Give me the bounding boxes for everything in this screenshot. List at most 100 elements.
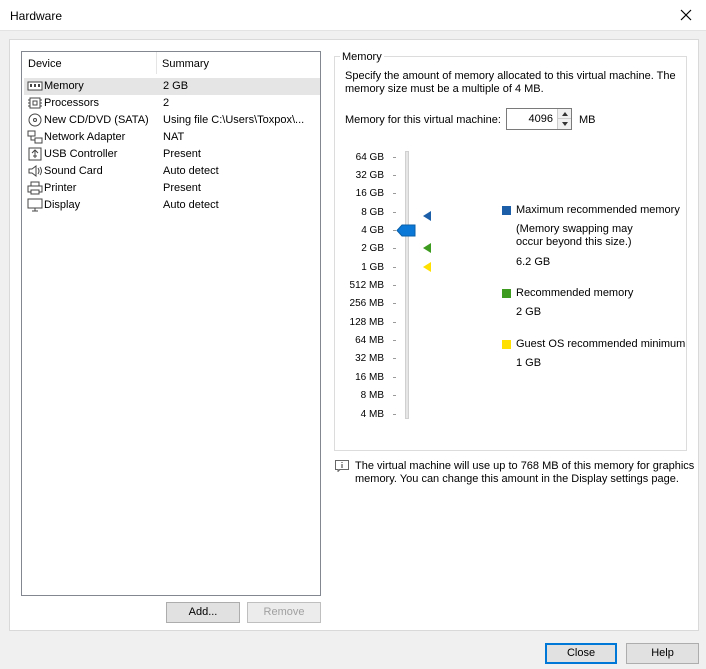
remove-button[interactable]: Remove: [247, 602, 321, 623]
chevron-up-icon: [562, 112, 568, 116]
device-name: Processors: [44, 97, 100, 109]
device-row-memory[interactable]: Memory 2 GB: [24, 78, 320, 95]
scale-label: 512 MB: [349, 280, 384, 291]
minimum-marker-icon: [423, 262, 431, 272]
close-window-button[interactable]: [666, 0, 706, 31]
scale-tick: [393, 303, 396, 304]
info-line: memory. You can change this amount in th…: [355, 473, 679, 485]
scale-tick: [393, 340, 396, 341]
scale-tick: [393, 358, 396, 359]
device-name: Display: [44, 199, 81, 211]
usb-icon: [28, 147, 42, 161]
memory-description-line: memory size must be a multiple of 4 MB.: [345, 83, 544, 95]
add-button[interactable]: Add...: [166, 602, 240, 623]
scale-label: 32 GB: [355, 170, 384, 181]
scale-tick: [393, 377, 396, 378]
window-title: Hardware: [10, 9, 63, 23]
scale-tick: [393, 175, 396, 176]
increment-button[interactable]: [557, 109, 571, 119]
memory-field-label: Memory for this virtual machine:: [345, 114, 501, 126]
device-row-display[interactable]: Display Auto detect: [24, 197, 320, 214]
memory-slider-thumb[interactable]: [396, 224, 416, 237]
max-recommended-swatch: [502, 206, 511, 215]
decrement-button[interactable]: [557, 119, 571, 129]
scale-tick: [393, 322, 396, 323]
display-icon: [27, 198, 43, 212]
device-name: Printer: [44, 182, 77, 194]
scale-label: 4 GB: [361, 225, 384, 236]
device-summary: Present: [163, 148, 201, 160]
device-name: New CD/DVD (SATA): [44, 114, 149, 126]
device-row-network-adapter[interactable]: Network Adapter NAT: [24, 129, 320, 146]
recommended-marker-icon: [423, 243, 431, 253]
scale-label: 128 MB: [349, 317, 384, 328]
device-list[interactable]: Device Summary Memory 2 GB Processors 2 …: [21, 51, 321, 596]
scale-label: 256 MB: [349, 298, 384, 309]
close-button[interactable]: Close: [545, 643, 617, 664]
scale-label: 1 GB: [361, 262, 384, 273]
memory-size-stepper[interactable]: 4096: [506, 108, 572, 130]
cd-dvd-icon: [28, 113, 42, 127]
device-row-usb-controller[interactable]: USB Controller Present: [24, 146, 320, 163]
scale-tick: [393, 285, 396, 286]
memory-size-input[interactable]: 4096: [507, 113, 553, 125]
scale-label: 4 MB: [360, 409, 384, 420]
scale-tick: [393, 248, 396, 249]
network-icon: [27, 130, 43, 144]
help-button[interactable]: Help: [626, 643, 699, 664]
memory-group-label: Memory: [340, 51, 384, 63]
max-recommended-marker-icon: [423, 211, 431, 221]
device-summary: NAT: [163, 131, 185, 143]
column-header-summary[interactable]: Summary: [162, 58, 209, 70]
max-recommended-title: Maximum recommended memory: [516, 204, 680, 216]
sound-icon: [28, 165, 42, 177]
column-header-device[interactable]: Device: [28, 58, 62, 70]
recommended-value: 2 GB: [516, 306, 542, 318]
processor-icon: [28, 97, 42, 109]
scale-label: 32 MB: [355, 353, 384, 364]
scale-label: 16 GB: [355, 188, 384, 199]
scale-tick: [393, 193, 396, 194]
printer-icon: [27, 181, 43, 195]
scale-tick: [393, 267, 396, 268]
scale-label: 64 MB: [355, 335, 384, 346]
max-recommended-value: 6.2 GB: [516, 256, 551, 268]
chevron-down-icon: [562, 122, 568, 126]
memory-description: Specify the amount of memory allocated t…: [345, 70, 685, 96]
device-name: Network Adapter: [44, 131, 126, 143]
device-summary: Present: [163, 182, 201, 194]
memory-description-line: Specify the amount of memory allocated t…: [345, 70, 676, 82]
device-row-sound-card[interactable]: Sound Card Auto detect: [24, 163, 320, 180]
scale-label: 8 MB: [360, 390, 384, 401]
close-icon: [680, 9, 692, 21]
max-recommended-note: (Memory swapping may: [516, 223, 633, 235]
info-line: The virtual machine will use up to 768 M…: [355, 460, 695, 472]
memory-unit: MB: [579, 114, 596, 126]
device-list-header: Device Summary: [22, 52, 320, 74]
minimum-title: Guest OS recommended minimum: [516, 338, 686, 350]
scale-label: 8 GB: [361, 207, 384, 218]
title-bar: Hardware: [0, 0, 706, 31]
scale-label: 64 GB: [355, 152, 384, 163]
recommended-title: Recommended memory: [516, 287, 634, 299]
scale-label: 16 MB: [355, 372, 384, 383]
scale-tick: [393, 212, 396, 213]
scale-tick: [393, 414, 396, 415]
device-row-processors[interactable]: Processors 2: [24, 95, 320, 112]
memory-slider-track[interactable]: [405, 151, 409, 419]
minimum-value: 1 GB: [516, 357, 542, 369]
device-row-printer[interactable]: Printer Present: [24, 180, 320, 197]
scale-tick: [393, 395, 396, 396]
device-summary: 2: [163, 97, 170, 109]
memory-icon: [27, 81, 43, 91]
max-recommended-note: occur beyond this size.): [516, 236, 632, 248]
device-summary: Auto detect: [163, 165, 219, 177]
device-summary: Auto detect: [163, 199, 219, 211]
graphics-memory-info: The virtual machine will use up to 768 M…: [355, 460, 694, 486]
device-summary: 2 GB: [163, 80, 189, 92]
info-icon: [335, 460, 349, 472]
scale-label: 2 GB: [361, 243, 384, 254]
recommended-swatch: [502, 289, 511, 298]
device-row-cd-dvd[interactable]: New CD/DVD (SATA) Using file C:\Users\To…: [24, 112, 320, 129]
device-name: USB Controller: [44, 148, 118, 160]
